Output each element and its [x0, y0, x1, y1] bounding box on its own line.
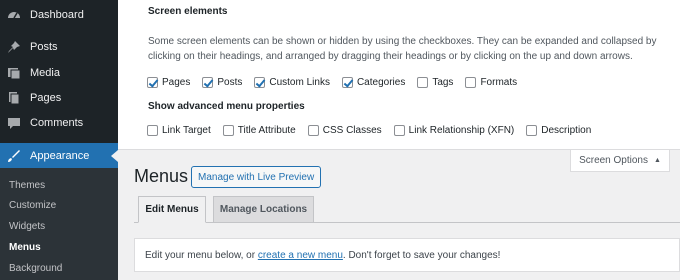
dashboard-icon — [6, 7, 22, 23]
sidebar-item-label: Media — [30, 67, 60, 79]
sidebar-item-label: Pages — [30, 92, 62, 104]
checkbox-box[interactable] — [307, 125, 319, 136]
checkbox-categories[interactable]: Categories — [341, 77, 406, 88]
submenu-item-themes[interactable]: Themes — [9, 180, 45, 191]
admin-sidebar: Dashboard Posts Media Pages Comments App… — [0, 0, 118, 280]
checkbox-formats[interactable]: Formats — [465, 77, 517, 88]
checkbox-box[interactable] — [147, 77, 158, 88]
checkbox-box[interactable] — [341, 77, 353, 88]
screen-elements-checkboxes: Pages Posts Custom Links Categories Tags… — [147, 77, 529, 88]
checkbox-label: Title Attribute — [237, 125, 296, 136]
checkbox-box[interactable] — [526, 125, 538, 136]
edit-menu-notice: Edit your menu below, or create a new me… — [134, 238, 680, 272]
pin-icon — [6, 39, 22, 55]
checkbox-label: Custom Links — [269, 77, 330, 88]
checkbox-pages[interactable]: Pages — [147, 77, 190, 88]
screen-options-label: Screen Options — [579, 155, 648, 166]
submenu-item-menus[interactable]: Menus — [9, 242, 41, 253]
checkbox-label: Link Relationship (XFN) — [408, 125, 515, 136]
checkbox-css-classes[interactable]: CSS Classes — [307, 125, 382, 136]
checkbox-box[interactable] — [254, 77, 266, 88]
checkbox-title-attribute[interactable]: Title Attribute — [222, 125, 296, 136]
checkbox-label: Tags — [432, 77, 454, 88]
checkbox-custom-links[interactable]: Custom Links — [254, 77, 330, 88]
sidebar-item-label: Comments — [30, 117, 84, 129]
sidebar-item-label: Appearance — [30, 150, 90, 162]
brush-icon — [6, 148, 22, 164]
appearance-submenu: Themes Customize Widgets Menus Backgroun… — [0, 168, 118, 280]
screen-elements-description: Some screen elements can be shown or hid… — [148, 36, 657, 62]
pages-icon — [6, 90, 22, 106]
checkbox-box[interactable] — [465, 77, 477, 88]
checkbox-link-target[interactable]: Link Target — [147, 125, 211, 136]
advanced-properties-heading: Show advanced menu properties — [148, 101, 305, 112]
checkbox-tags[interactable]: Tags — [417, 77, 453, 88]
screen-options-toggle[interactable]: Screen Options ▲ — [570, 150, 670, 172]
notice-text-before: Edit your menu below, or — [145, 249, 256, 261]
checkbox-label: CSS Classes — [322, 125, 382, 136]
tab-manage-locations[interactable]: Manage Locations — [213, 196, 314, 223]
comment-icon — [6, 115, 22, 131]
sidebar-item-posts[interactable]: Posts — [0, 34, 118, 60]
checkbox-label: Pages — [162, 77, 191, 88]
sidebar-item-comments[interactable]: Comments — [0, 110, 118, 136]
submenu-item-customize[interactable]: Customize — [9, 200, 56, 211]
checkbox-box[interactable] — [417, 77, 429, 88]
checkbox-posts[interactable]: Posts — [202, 77, 242, 88]
sidebar-item-appearance[interactable]: Appearance — [0, 143, 118, 169]
checkbox-label: Posts — [217, 77, 243, 88]
page-title: Menus — [134, 166, 189, 186]
checkbox-box[interactable] — [222, 125, 234, 136]
checkbox-label: Categories — [356, 77, 406, 88]
submenu-item-background[interactable]: Background — [9, 263, 62, 274]
sidebar-item-pages[interactable]: Pages — [0, 85, 118, 111]
advanced-properties-checkboxes: Link Target Title Attribute CSS Classes … — [147, 125, 603, 136]
checkbox-box[interactable] — [202, 77, 214, 88]
checkbox-box[interactable] — [147, 125, 158, 136]
checkbox-label: Formats — [480, 77, 518, 88]
sidebar-item-media[interactable]: Media — [0, 60, 118, 86]
checkbox-description[interactable]: Description — [526, 125, 591, 136]
checkbox-label: Description — [541, 125, 592, 136]
checkbox-box[interactable] — [393, 125, 405, 136]
screen-elements-heading: Screen elements — [148, 6, 228, 17]
arrow-up-icon: ▲ — [654, 157, 661, 164]
create-new-menu-link[interactable]: create a new menu — [258, 250, 343, 261]
media-icon — [6, 65, 22, 81]
submenu-item-widgets[interactable]: Widgets — [9, 221, 45, 232]
tab-edit-menus[interactable]: Edit Menus — [138, 196, 206, 223]
checkbox-link-relationship[interactable]: Link Relationship (XFN) — [393, 125, 515, 136]
sidebar-item-label: Dashboard — [30, 9, 84, 21]
manage-live-preview-button[interactable]: Manage with Live Preview — [191, 166, 322, 188]
sidebar-item-label: Posts — [30, 41, 58, 53]
screen-options-panel: Screen elements Some screen elements can… — [118, 0, 680, 150]
notice-text-after: . Don't forget to save your changes! — [342, 249, 501, 261]
checkbox-label: Link Target — [162, 125, 211, 136]
sidebar-item-dashboard[interactable]: Dashboard — [0, 2, 118, 28]
